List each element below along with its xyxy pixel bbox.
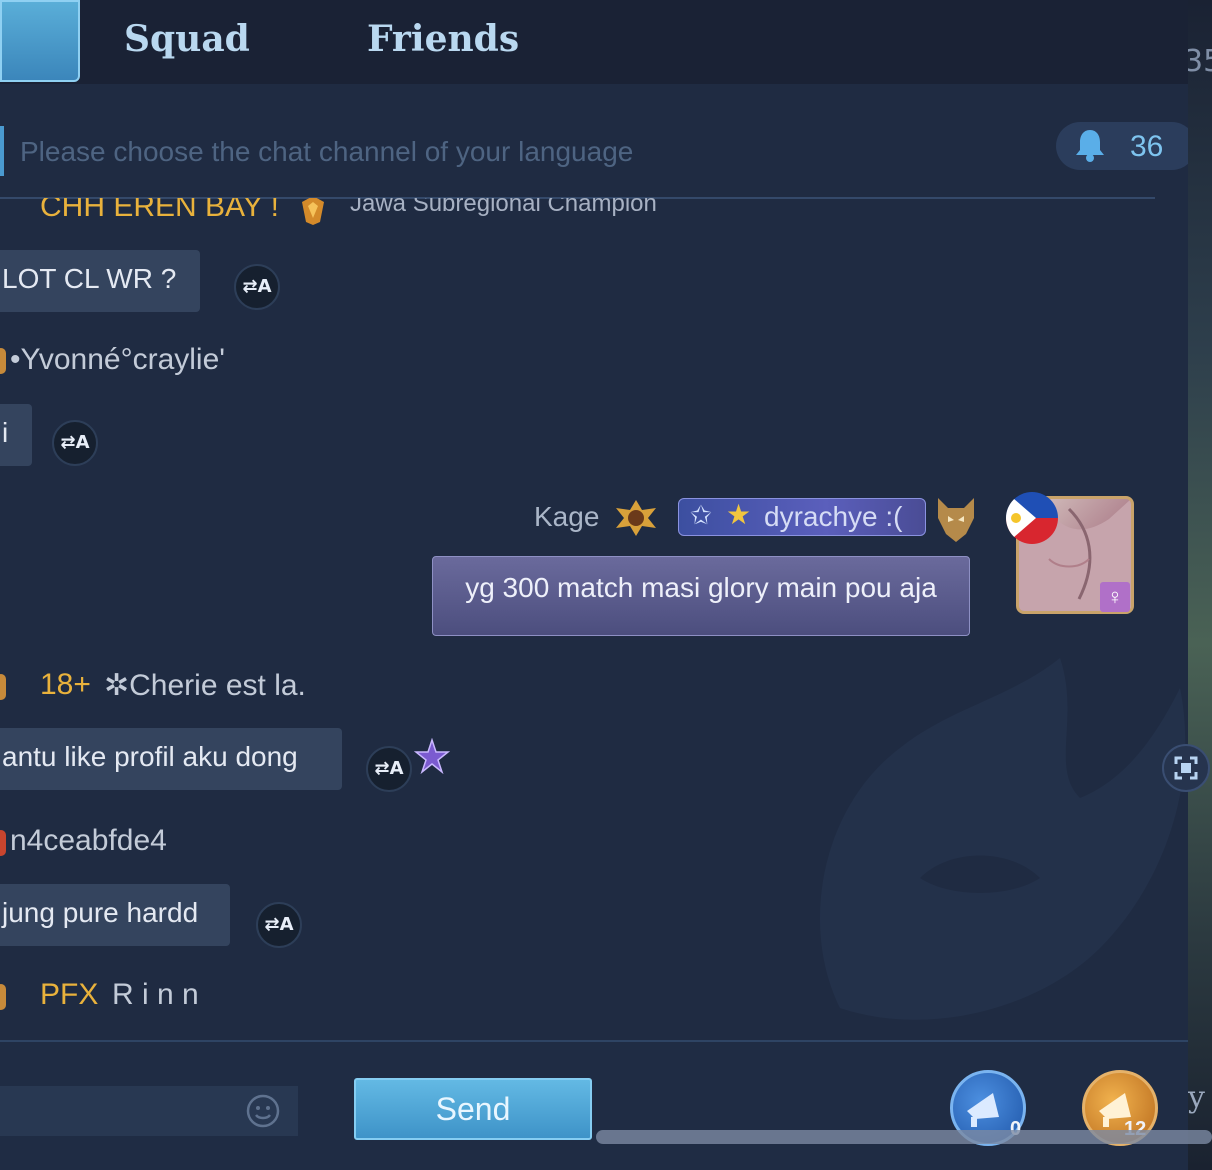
tab-squad[interactable]: Squad (124, 18, 250, 60)
message-bubble[interactable]: i (0, 404, 33, 466)
user-level-badge (0, 348, 6, 374)
message-username[interactable]: R i n n (112, 978, 199, 1012)
translate-button[interactable]: ⇄A (366, 746, 412, 792)
message-username[interactable]: n4ceabfde4 (10, 824, 167, 858)
background-game-strip: 35 y (1188, 0, 1212, 1170)
translate-button[interactable]: ⇄A (256, 902, 302, 948)
title-badge-icon (302, 198, 324, 225)
fullscreen-icon (1174, 756, 1198, 780)
message-user-title: Jawa Subregional Champion (350, 198, 657, 217)
notification-count: 36 (1130, 130, 1164, 163)
own-message-bubble[interactable]: yg 300 match masi glory main pou aja (432, 556, 970, 636)
message-bubble[interactable]: LOT CL WR ? (0, 250, 201, 312)
message-username[interactable]: ✲Cherie est la. (104, 668, 306, 703)
tab-active-channel[interactable] (0, 0, 80, 82)
channel-placeholder[interactable]: Please choose the chat channel of your l… (20, 136, 633, 168)
user-tag: dyrachye :( (764, 501, 903, 532)
message-user-prefix: 18+ (40, 668, 91, 701)
send-button[interactable]: Send (354, 1078, 592, 1140)
translate-button[interactable]: ⇄A (234, 264, 280, 310)
translate-button[interactable]: ⇄A (52, 420, 98, 466)
logo-watermark-icon (820, 658, 1186, 1020)
message-username[interactable]: CHH EREN BAY ! (40, 198, 279, 224)
channel-bar-edge (0, 126, 4, 176)
tab-friends[interactable]: Friends (367, 18, 519, 60)
wolf-badge-icon (938, 498, 974, 542)
message-user-prefix: PFX (40, 978, 99, 1011)
chat-footer: Send 0 12 (0, 1040, 1188, 1170)
bubble-star-icon (414, 738, 450, 774)
chat-header: Squad Friends (0, 0, 1188, 84)
tag-star-outline-icon: ✩ (690, 500, 712, 530)
female-gender-icon: ♀ (1100, 582, 1130, 612)
message-bubble[interactable]: jung pure hardd (0, 884, 230, 946)
message-list[interactable]: CHH EREN BAY ! Jawa Subregional Champion… (0, 198, 1188, 1040)
emoji-icon[interactable] (246, 1094, 280, 1128)
user-level-badge (0, 984, 6, 1010)
background-number: 35 (1188, 44, 1212, 79)
user-level-badge (0, 674, 6, 700)
own-username[interactable]: Kage (534, 501, 599, 533)
horizontal-scrollbar[interactable] (596, 1130, 1212, 1144)
user-level-badge (0, 830, 6, 856)
tag-star-icon: ★ (726, 499, 752, 530)
message-username[interactable]: •Yvonné°craylie' (10, 343, 225, 377)
bell-icon[interactable] (1074, 128, 1106, 162)
channel-bar[interactable]: Please choose the chat channel of your l… (0, 118, 1188, 182)
rank-badge-icon (616, 500, 656, 536)
message-bubble[interactable]: antu like profil aku dong (0, 728, 342, 790)
chat-panel: Squad Friends Please choose the chat cha… (0, 0, 1188, 1170)
fullscreen-button[interactable] (1162, 744, 1210, 792)
philippines-flag-icon (1006, 492, 1058, 544)
background-letter: y (1188, 1080, 1205, 1115)
